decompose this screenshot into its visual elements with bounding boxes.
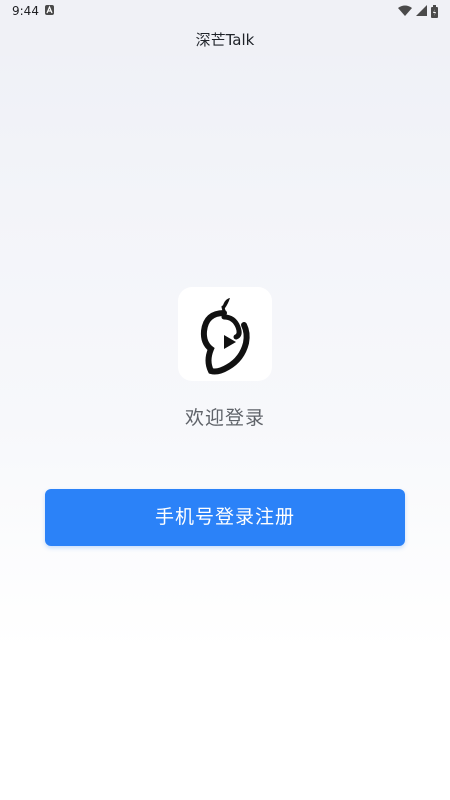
a-notification-icon <box>45 5 54 15</box>
cell-signal-icon <box>416 5 427 17</box>
app-logo <box>178 287 272 381</box>
app-bar: 深芒Talk <box>0 22 450 56</box>
battery-icon <box>431 4 438 18</box>
app-title: 深芒Talk <box>195 31 255 49</box>
phone-login-register-button[interactable]: 手机号登录注册 <box>45 489 405 546</box>
welcome-text: 欢迎登录 <box>184 407 265 429</box>
status-time: 9:44 <box>12 4 39 18</box>
status-bar: 9:44 <box>0 0 450 22</box>
status-icons <box>398 4 438 18</box>
wifi-icon <box>398 5 412 17</box>
mango-logo-icon <box>200 298 250 375</box>
